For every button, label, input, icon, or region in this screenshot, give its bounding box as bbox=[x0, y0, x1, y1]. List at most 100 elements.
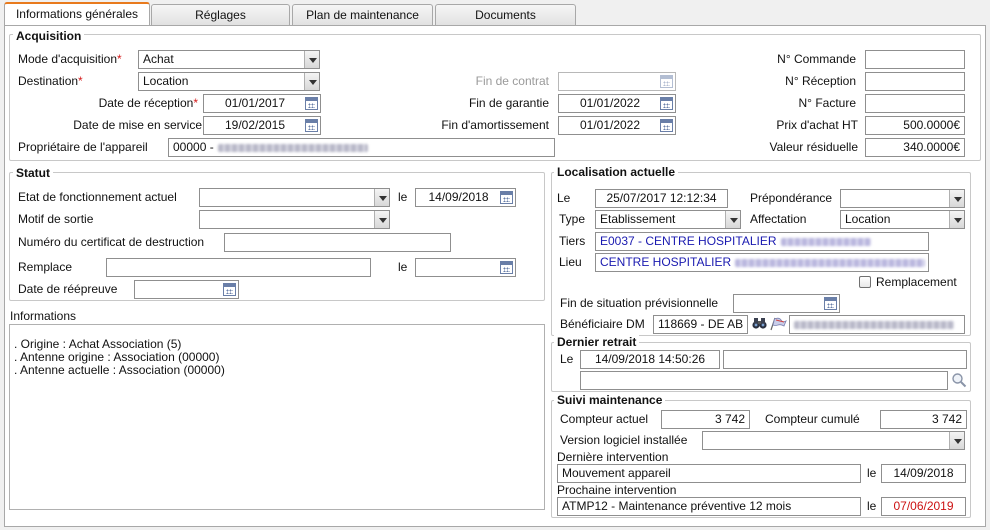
localisation-date-input[interactable]: 25/07/2017 12:12:34 bbox=[595, 189, 728, 208]
informations-textarea[interactable]: . Origine : Achat Association (5) . Ante… bbox=[9, 324, 545, 510]
date-mise-service-input[interactable]: 19/02/2015 bbox=[203, 116, 321, 135]
facture-input[interactable] bbox=[865, 94, 965, 113]
etat-fonctionnement-select[interactable] bbox=[199, 188, 390, 207]
reepreuve-label: Date de réépreuve bbox=[18, 282, 118, 296]
redacted-owner-name bbox=[217, 143, 368, 152]
calendar-icon[interactable] bbox=[223, 283, 236, 296]
dropdown-arrow-icon[interactable] bbox=[949, 432, 964, 449]
destination-select[interactable]: Location bbox=[138, 72, 320, 91]
date-reception-input[interactable]: 01/01/2017 bbox=[203, 94, 321, 113]
compteur-actuel-label: Compteur actuel bbox=[560, 412, 649, 426]
fin-amortissement-input[interactable]: 01/01/2022 bbox=[558, 116, 676, 135]
informations-title: Informations bbox=[10, 309, 77, 323]
dropdown-arrow-icon[interactable] bbox=[304, 73, 319, 90]
localisation-le-label: Le bbox=[557, 191, 571, 205]
motif-sortie-select[interactable] bbox=[199, 210, 390, 229]
dernier-retrait-date-input[interactable]: 14/09/2018 14:50:26 bbox=[580, 350, 720, 369]
reception-number-label: N° Réception bbox=[785, 74, 856, 88]
tab-informations-generales[interactable]: Informations générales bbox=[4, 2, 150, 26]
prochaine-intervention-input[interactable]: ATMP12 - Maintenance préventive 12 mois bbox=[557, 497, 861, 516]
facture-label: N° Facture bbox=[798, 96, 856, 110]
redacted-beneficiaire-name bbox=[794, 320, 954, 329]
prochaine-le-label: le bbox=[867, 499, 877, 513]
remplace-date-input[interactable] bbox=[415, 258, 516, 277]
info-line: . Antenne actuelle : Association (00000) bbox=[14, 363, 225, 377]
prix-achat-label: Prix d'achat HT bbox=[776, 118, 858, 132]
acquisition-title: Acquisition bbox=[13, 29, 85, 43]
prix-achat-input[interactable]: 500.0000€ bbox=[865, 116, 965, 135]
calendar-icon[interactable] bbox=[500, 191, 513, 204]
compteur-actuel-input[interactable]: 3 742 bbox=[661, 410, 750, 429]
fin-garantie-input[interactable]: 01/01/2022 bbox=[558, 94, 676, 113]
derniere-le-label: le bbox=[867, 466, 877, 480]
certificat-destruction-input[interactable] bbox=[224, 233, 451, 252]
flag-icon[interactable] bbox=[770, 317, 787, 331]
remplace-label: Remplace bbox=[18, 260, 73, 274]
lieu-input[interactable]: CENTRE HOSPITALIER bbox=[595, 253, 929, 272]
dropdown-arrow-icon[interactable] bbox=[949, 190, 964, 207]
dropdown-arrow-icon[interactable] bbox=[949, 211, 964, 228]
certificat-destruction-label: Numéro du certificat de destruction bbox=[18, 235, 205, 249]
compteur-cumule-input[interactable]: 3 742 bbox=[880, 410, 967, 429]
redacted-tiers-name bbox=[780, 237, 871, 246]
dernier-retrait-le-label: Le bbox=[560, 352, 574, 366]
beneficiaire-label: Bénéficiaire DM bbox=[560, 317, 645, 331]
tab-reglages[interactable]: Réglages bbox=[151, 4, 290, 26]
derniere-intervention-date[interactable]: 14/09/2018 bbox=[881, 464, 966, 483]
etat-date-input[interactable]: 14/09/2018 bbox=[415, 188, 516, 207]
preponderance-select[interactable] bbox=[840, 189, 965, 208]
valeur-residuelle-label: Valeur résiduelle bbox=[769, 140, 859, 154]
remplacement-label: Remplacement bbox=[876, 275, 957, 289]
calendar-icon[interactable] bbox=[660, 97, 673, 110]
version-logiciel-label: Version logiciel installée bbox=[560, 433, 688, 447]
dropdown-arrow-icon[interactable] bbox=[304, 51, 319, 68]
proprietaire-label: Propriétaire de l'appareil bbox=[18, 140, 148, 154]
affectation-select[interactable]: Location bbox=[840, 210, 965, 229]
prochaine-intervention-date[interactable]: 07/06/2019 bbox=[881, 497, 966, 516]
statut-title: Statut bbox=[13, 166, 53, 180]
type-select[interactable]: Etablissement bbox=[595, 210, 741, 229]
proprietaire-input[interactable]: 00000 - bbox=[168, 138, 555, 157]
binoculars-icon[interactable] bbox=[752, 317, 767, 330]
commande-input[interactable] bbox=[865, 50, 965, 69]
calendar-icon[interactable] bbox=[500, 261, 513, 274]
fin-contrat-input[interactable] bbox=[558, 72, 676, 91]
dropdown-arrow-icon[interactable] bbox=[374, 211, 389, 228]
valeur-residuelle-input[interactable]: 340.0000€ bbox=[865, 138, 965, 157]
destination-label: Destination* bbox=[18, 74, 83, 88]
dernier-retrait-field[interactable] bbox=[723, 350, 967, 369]
tiers-input[interactable]: E0037 - CENTRE HOSPITALIER bbox=[595, 232, 929, 251]
fin-situation-label: Fin de situation prévisionnelle bbox=[560, 296, 719, 310]
dropdown-arrow-icon[interactable] bbox=[374, 189, 389, 206]
dernier-retrait-search-input[interactable] bbox=[580, 371, 948, 390]
type-label: Type bbox=[559, 212, 586, 226]
reepreuve-input[interactable] bbox=[134, 280, 239, 299]
tab-plan-de-maintenance[interactable]: Plan de maintenance bbox=[292, 4, 433, 26]
reception-number-input[interactable] bbox=[865, 72, 965, 91]
localisation-title: Localisation actuelle bbox=[554, 165, 679, 179]
calendar-icon[interactable] bbox=[660, 119, 673, 132]
version-logiciel-select[interactable] bbox=[702, 431, 965, 450]
tab-panel: Acquisition Mode d'acquisition* Achat De… bbox=[4, 25, 986, 527]
calendar-icon[interactable] bbox=[660, 75, 673, 88]
tab-documents[interactable]: Documents bbox=[435, 4, 576, 26]
commande-label: N° Commande bbox=[777, 52, 856, 66]
calendar-icon[interactable] bbox=[305, 119, 318, 132]
etat-le-label: le bbox=[398, 190, 408, 204]
remplacement-checkbox[interactable] bbox=[859, 276, 871, 288]
magnifier-icon[interactable] bbox=[951, 372, 967, 388]
remplace-input[interactable] bbox=[106, 258, 371, 277]
fin-garantie-label: Fin de garantie bbox=[468, 96, 549, 110]
beneficiaire-name-input[interactable] bbox=[789, 315, 965, 334]
calendar-icon[interactable] bbox=[305, 97, 318, 110]
beneficiaire-input[interactable]: 118669 - DE AB bbox=[653, 315, 748, 334]
redacted-lieu-name bbox=[735, 258, 926, 267]
date-mise-service-label: Date de mise en service bbox=[73, 118, 202, 132]
dropdown-arrow-icon[interactable] bbox=[725, 211, 740, 228]
fin-situation-input[interactable] bbox=[733, 294, 840, 313]
motif-sortie-label: Motif de sortie bbox=[18, 212, 94, 226]
mode-acquisition-select[interactable]: Achat bbox=[138, 50, 320, 69]
affectation-label: Affectation bbox=[750, 212, 807, 226]
calendar-icon[interactable] bbox=[824, 297, 837, 310]
preponderance-label: Prépondérance bbox=[750, 191, 833, 205]
